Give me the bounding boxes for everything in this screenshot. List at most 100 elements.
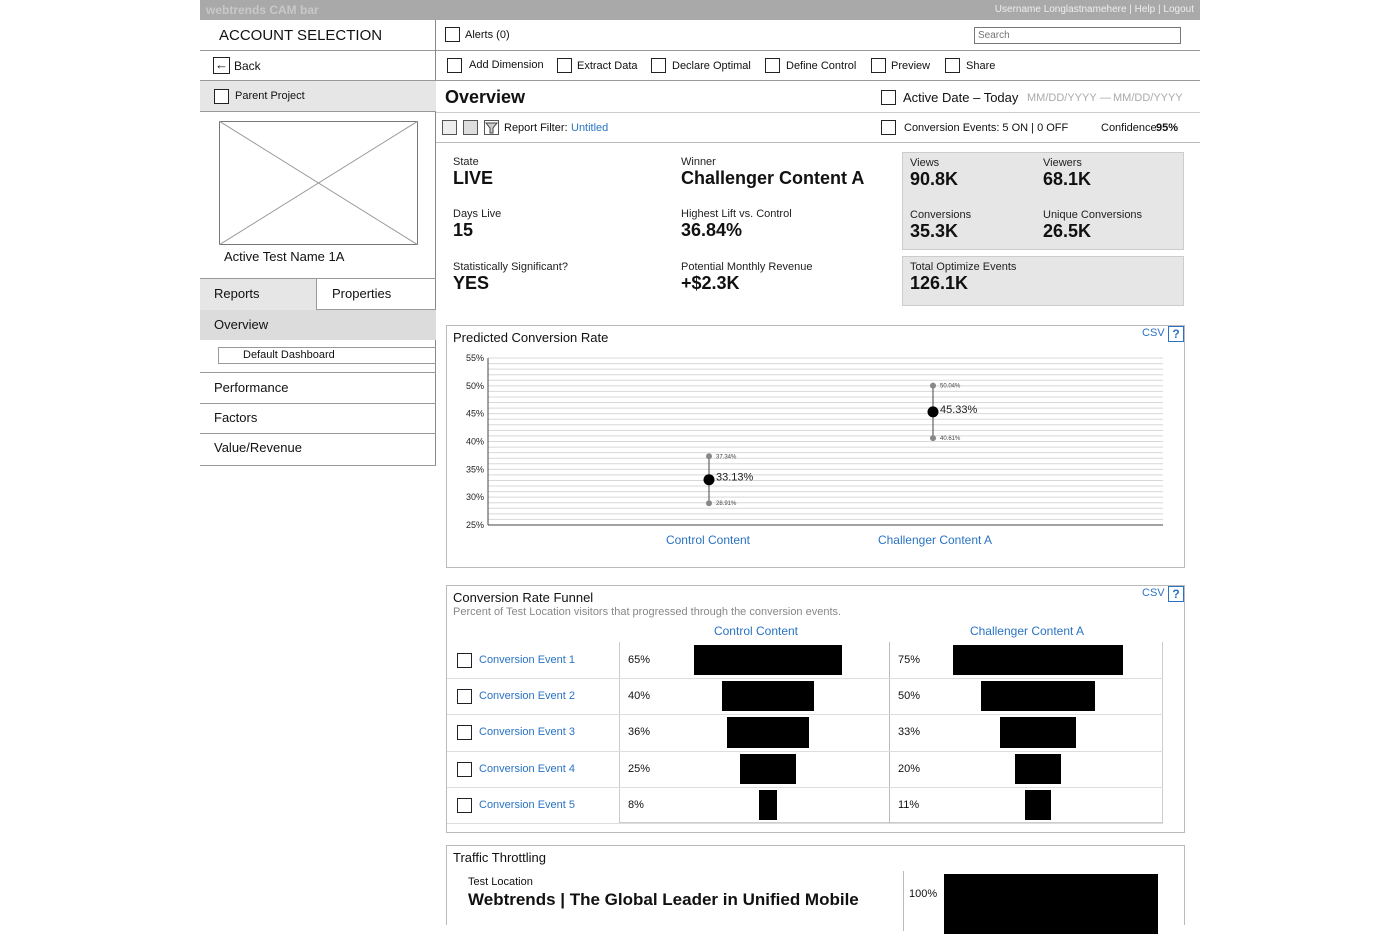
funnel-event-link[interactable]: Conversion Event 5 xyxy=(479,799,575,811)
funnel-row-checkbox[interactable] xyxy=(457,689,472,705)
lower-bound-point xyxy=(706,500,712,507)
declare-optimal-button[interactable]: Declare Optimal xyxy=(672,60,751,72)
funnel-title: Conversion Rate Funnel xyxy=(453,590,594,605)
tab-properties-label: Properties xyxy=(332,286,392,301)
nav-performance-label: Performance xyxy=(214,380,289,395)
x-category-label: Control Content xyxy=(666,533,751,547)
extract-data-button[interactable]: Extract Data xyxy=(577,60,638,72)
funnel-row-checkbox[interactable] xyxy=(457,653,472,668)
funnel-challenger-percent: 33% xyxy=(898,726,921,739)
nav-value-revenue[interactable]: Value/Revenue xyxy=(200,433,436,466)
funnel-event-link[interactable]: Conversion Event 4 xyxy=(479,763,575,775)
save-icon[interactable] xyxy=(463,120,478,135)
filter-icon[interactable] xyxy=(484,120,499,135)
y-tick-label: 25% xyxy=(466,520,484,530)
value-label: 45.33% xyxy=(940,404,978,416)
funnel-csv-link[interactable]: CSV xyxy=(1142,587,1165,599)
funnel-control-bar xyxy=(758,789,778,820)
traffic-stats-box: Views 90.8K Viewers 68.1K Conversions 35… xyxy=(902,152,1184,250)
preview-button[interactable]: Preview xyxy=(891,60,930,72)
stat-winner-value: Challenger Content A xyxy=(681,168,865,188)
stat-significant-value: YES xyxy=(453,273,490,293)
funnel-challenger-bar xyxy=(981,681,1095,712)
date-to-field[interactable]: MM/DD/YYYY xyxy=(1113,92,1183,104)
user-links[interactable]: Username Longlastnamehere | Help | Logou… xyxy=(995,4,1194,15)
y-tick-label: 55% xyxy=(466,353,484,363)
funnel-control-bar xyxy=(722,681,814,712)
predicted-chart-title: Predicted Conversion Rate xyxy=(453,330,609,345)
conversion-events-checkbox[interactable] xyxy=(881,120,896,135)
date-separator: — xyxy=(1100,92,1111,104)
predicted-conversion-chart: 25% 30% 35% 40% 45% 50% 55% 37.34% 28.91% 33.13% C… xyxy=(466,353,1163,547)
stat-highest-lift: Highest Lift vs. Control 36.84% xyxy=(681,208,792,241)
extract-data-icon xyxy=(557,58,572,73)
stat-viewers-label: Viewers xyxy=(1043,157,1082,169)
funnel-help-icon[interactable]: ? xyxy=(1168,586,1184,602)
stat-highest-lift-label: Highest Lift vs. Control xyxy=(681,208,792,220)
parent-project[interactable]: Parent Project xyxy=(200,81,436,112)
funnel-control-bar xyxy=(727,717,809,748)
funnel-control-bar xyxy=(693,645,842,676)
funnel-row-separator xyxy=(447,823,1163,824)
report-filter-value[interactable]: Untitled xyxy=(571,122,608,134)
funnel-event-link[interactable]: Conversion Event 3 xyxy=(479,726,575,738)
upper-bound-point xyxy=(930,382,936,389)
nav-overview[interactable]: Overview xyxy=(200,310,436,340)
funnel-row-checkbox[interactable] xyxy=(457,725,472,741)
traffic-bar xyxy=(944,874,1158,934)
back-button[interactable]: ← Back xyxy=(200,51,436,81)
funnel-row-checkbox[interactable] xyxy=(457,761,472,777)
stat-conversions-value: 35.3K xyxy=(910,221,959,241)
nav-factors[interactable]: Factors xyxy=(200,403,436,433)
define-control-button[interactable]: Define Control xyxy=(786,60,856,72)
stat-unique-conversions-label: Unique Conversions xyxy=(1043,209,1143,221)
stat-state: State LIVE xyxy=(453,156,493,189)
funnel-event-link[interactable]: Conversion Event 2 xyxy=(479,690,575,702)
stat-significant-label: Statistically Significant? xyxy=(453,261,568,273)
stat-days-live-value: 15 xyxy=(453,220,474,240)
y-tick-label: 35% xyxy=(466,464,484,474)
nav-performance[interactable]: Performance xyxy=(200,372,436,403)
nav-overview-label: Overview xyxy=(214,317,269,332)
stat-winner-label: Winner xyxy=(681,156,716,168)
stat-state-label: State xyxy=(453,156,479,168)
confidence-label: Confidence xyxy=(1101,122,1157,134)
funnel-challenger-percent: 75% xyxy=(898,654,921,666)
funnel-row-separator xyxy=(447,750,1163,752)
tab-properties[interactable]: Properties xyxy=(317,279,436,310)
funnel-row-separator xyxy=(447,714,1163,716)
funnel-control-percent: 8% xyxy=(628,798,644,811)
funnel-control-bar xyxy=(739,753,797,784)
y-tick-label: 45% xyxy=(466,409,484,419)
stat-views: Views 90.8K xyxy=(910,157,958,190)
stat-significant: Statistically Significant? YES xyxy=(453,261,568,294)
value-label: 33.13% xyxy=(716,472,754,484)
tab-reports[interactable]: Reports xyxy=(200,279,317,310)
funnel-row-checkbox[interactable] xyxy=(457,797,472,813)
nav-default-dashboard[interactable]: Default Dashboard xyxy=(218,347,436,364)
funnel-divider xyxy=(889,642,890,823)
share-button[interactable]: Share xyxy=(966,60,995,72)
stat-views-value: 90.8K xyxy=(910,169,959,189)
lower-bound-label: 28.91% xyxy=(716,501,737,507)
add-dimension-button[interactable]: Add Dimension xyxy=(469,59,544,71)
funnel-control-percent: 36% xyxy=(628,726,651,739)
stat-state-value: LIVE xyxy=(453,168,494,188)
stat-monthly-revenue: Potential Monthly Revenue +$2.3K xyxy=(681,261,812,294)
active-date-checkbox[interactable] xyxy=(881,90,896,105)
funnel-column-header: Control Content xyxy=(713,624,799,638)
stat-viewers-value: 68.1K xyxy=(1043,169,1092,189)
funnel-event-link[interactable]: Conversion Event 1 xyxy=(479,654,575,666)
date-from-field[interactable]: MM/DD/YYYY xyxy=(1027,92,1097,104)
stat-days-live-label: Days Live xyxy=(453,208,502,220)
left-sidebar: ← Back Parent Project Active Test Name 1… xyxy=(200,20,436,466)
funnel-row-separator xyxy=(447,786,1163,788)
stat-monthly-revenue-label: Potential Monthly Revenue xyxy=(681,261,813,273)
funnel-control-percent: 65% xyxy=(628,654,651,666)
folder-icon[interactable] xyxy=(442,120,457,135)
funnel-challenger-percent: 50% xyxy=(898,690,921,703)
predicted-csv-link[interactable]: CSV xyxy=(1142,327,1165,339)
traffic-percent: 100% xyxy=(909,888,938,900)
parent-project-label: Parent Project xyxy=(235,90,305,102)
predicted-help-icon[interactable]: ? xyxy=(1168,326,1184,342)
